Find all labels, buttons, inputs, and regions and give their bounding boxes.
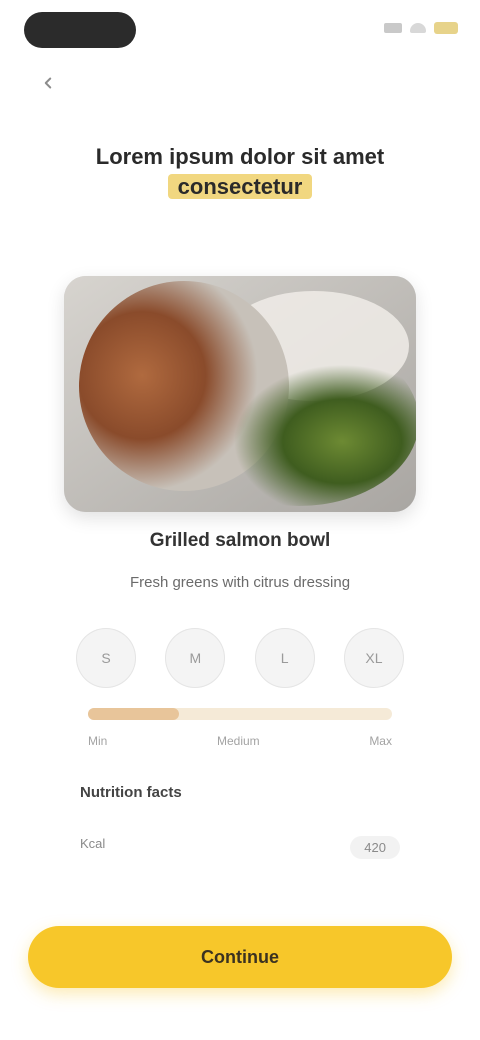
row-left-text: Kcal xyxy=(80,836,106,851)
wifi-icon xyxy=(410,23,426,33)
dish-description: Fresh greens with citrus dressing xyxy=(129,574,351,591)
progress-middle-label: Medium xyxy=(216,734,260,748)
signal-icon xyxy=(384,23,402,33)
info-row: Kcal 420 xyxy=(80,836,400,859)
progress-right-label: Max xyxy=(369,734,392,748)
row-right-value: 420 xyxy=(350,836,400,859)
option-l[interactable]: L xyxy=(254,628,315,688)
progress-labels: Min Medium Max xyxy=(88,734,392,748)
size-options: S M L XL xyxy=(76,628,404,688)
title-line-1: Lorem ipsum dolor sit amet xyxy=(95,144,385,169)
progress-left-label: Min xyxy=(88,734,108,748)
section-label: Nutrition facts xyxy=(80,784,182,801)
option-xl[interactable]: XL xyxy=(343,628,404,688)
title-highlight: consectetur xyxy=(167,174,313,199)
continue-button[interactable]: Continue xyxy=(28,926,452,988)
progress-fill xyxy=(88,708,180,720)
progress-track xyxy=(88,708,392,720)
page-title: Lorem ipsum dolor sit amet consectetur xyxy=(40,142,440,202)
food-photo-illustration xyxy=(64,276,416,512)
dynamic-island xyxy=(24,12,136,48)
food-photo xyxy=(64,276,416,512)
option-m[interactable]: M xyxy=(165,628,226,688)
status-icons xyxy=(384,22,458,34)
back-arrow-icon[interactable] xyxy=(34,74,62,92)
status-bar xyxy=(0,0,480,60)
title-line-2: consectetur xyxy=(40,172,440,202)
battery-icon xyxy=(434,22,458,34)
option-s[interactable]: S xyxy=(76,628,136,688)
dish-name: Grilled salmon bowl xyxy=(149,530,331,551)
